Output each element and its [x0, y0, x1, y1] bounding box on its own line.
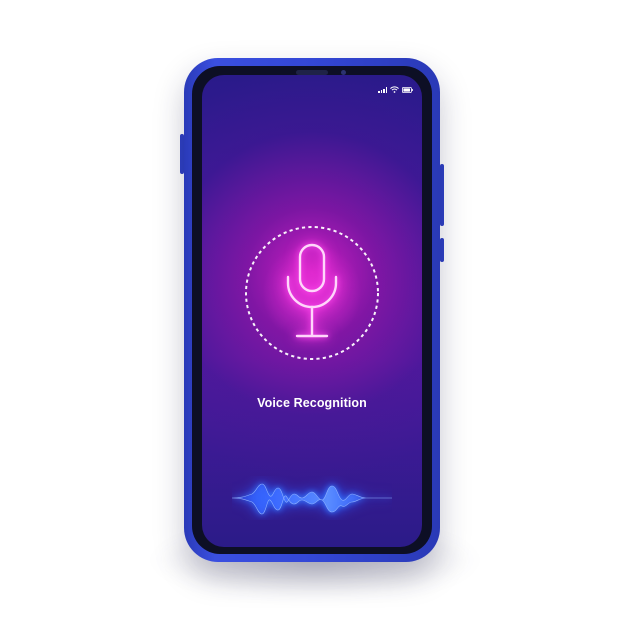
microphone-icon [286, 243, 338, 338]
power-button [440, 164, 444, 226]
audio-waveform-icon [232, 483, 392, 515]
wifi-icon [390, 86, 399, 93]
status-bar [378, 85, 413, 93]
mic-button[interactable] [244, 225, 380, 361]
front-camera [341, 70, 346, 75]
battery-icon [402, 87, 413, 93]
side-button [440, 238, 444, 262]
page-title: Voice Recognition [257, 396, 367, 410]
earpiece-speaker [296, 70, 328, 75]
signal-icon [378, 87, 387, 93]
